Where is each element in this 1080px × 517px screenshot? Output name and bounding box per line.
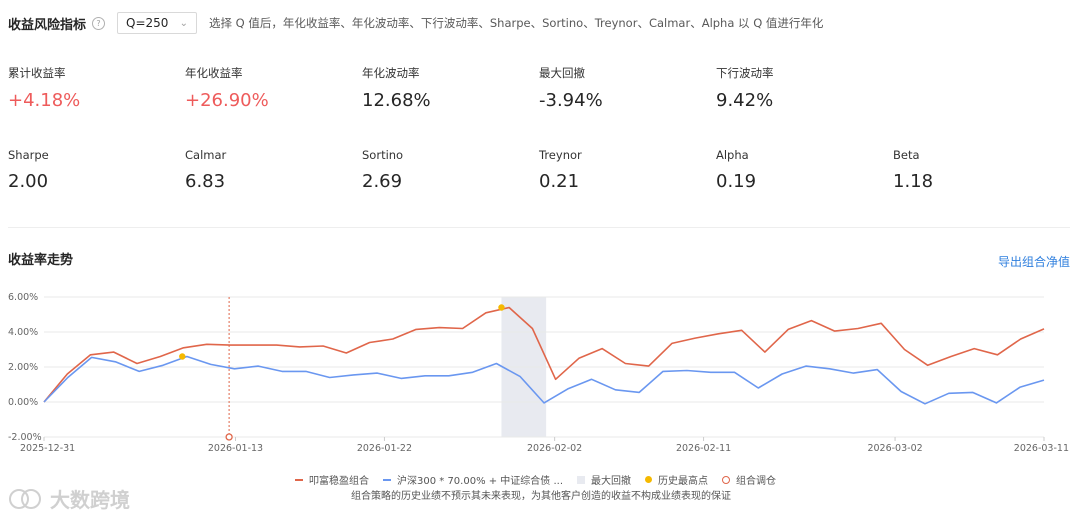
metric-label: Sortino bbox=[362, 148, 404, 162]
metric-value: 0.19 bbox=[716, 171, 757, 192]
section-divider bbox=[8, 227, 1070, 228]
legend-ring-icon bbox=[722, 475, 731, 484]
x-tick-label: 2026-02-11 bbox=[676, 443, 731, 454]
return-trend-chart: -2.00% 0.00% 2.00% 4.00% 6.00% 2025-12-31 2026… bbox=[8, 292, 1069, 454]
legend-box-icon bbox=[577, 475, 586, 484]
metric-label: Beta bbox=[893, 148, 920, 162]
watermark: 大数跨境 bbox=[8, 484, 130, 513]
risk-metrics-title: 收益风险指标 bbox=[8, 17, 87, 33]
metric-calmar: Calmar 6.83 bbox=[185, 148, 355, 192]
metric-value: 9.42% bbox=[716, 90, 774, 111]
chevron-down-icon: ⌄ bbox=[179, 17, 189, 29]
metric-label: Calmar bbox=[185, 148, 227, 162]
export-nav-link[interactable]: 导出组合净值 bbox=[998, 253, 1070, 270]
y-tick-label: 0.00% bbox=[8, 397, 38, 408]
legend-rebalance[interactable]: 组合调仓 bbox=[722, 472, 776, 487]
metric-label: 年化波动率 bbox=[362, 66, 420, 80]
help-icon[interactable]: ? bbox=[92, 16, 106, 30]
metric-treynor: Treynor 0.21 bbox=[539, 148, 709, 192]
legend-dot-icon bbox=[645, 476, 653, 483]
metric-alpha: Alpha 0.19 bbox=[716, 148, 886, 192]
metric-label: Sharpe bbox=[8, 148, 49, 162]
rebalance-marker bbox=[225, 433, 233, 441]
y-tick-label: 6.00% bbox=[8, 292, 38, 303]
q-value-text: Q=250 bbox=[126, 16, 169, 30]
metric-value: 12.68% bbox=[362, 90, 431, 111]
watermark-logo-icon bbox=[9, 488, 41, 509]
legend-label: 沪深300 * 70.00% + 中证综合债 ... bbox=[397, 476, 564, 487]
y-tick-label: 2.00% bbox=[8, 362, 38, 373]
q-value-select[interactable]: Q=250 ⌄ bbox=[117, 12, 198, 34]
x-tick-label: 2026-03-11 bbox=[1014, 443, 1069, 454]
metric-beta: Beta 1.18 bbox=[893, 148, 1063, 192]
metric-sharpe: Sharpe 2.00 bbox=[8, 148, 178, 192]
legend-line-icon bbox=[295, 478, 303, 481]
legend-label: 最大回撤 bbox=[591, 476, 632, 487]
y-tick-label: 4.00% bbox=[8, 327, 38, 338]
metric-max-drawdown: 最大回撤 -3.94% bbox=[539, 65, 709, 111]
metric-downside-volatility: 下行波动率 9.42% bbox=[716, 65, 886, 111]
legend-label: 历史最高点 bbox=[658, 476, 709, 487]
legend-portfolio[interactable]: 叩富稳盈组合 bbox=[295, 472, 369, 487]
chart-legend: 叩富稳盈组合 沪深300 * 70.00% + 中证综合债 ... 最大回撤 历… bbox=[295, 472, 790, 487]
trend-title: 收益率走势 bbox=[8, 253, 74, 268]
legend-max-drawdown[interactable]: 最大回撤 bbox=[577, 472, 631, 487]
risk-metrics-header: 收益风险指标 ? Q=250 ⌄ 选择 Q 值后，年化收益率、年化波动率、下行波… bbox=[8, 11, 823, 35]
metric-label: Treynor bbox=[539, 148, 582, 162]
legend-peak[interactable]: 历史最高点 bbox=[645, 472, 708, 487]
x-tick-label: 2026-02-02 bbox=[527, 443, 582, 454]
x-tick-label: 2025-12-31 bbox=[20, 443, 75, 454]
metric-label: 年化收益率 bbox=[185, 66, 243, 80]
metric-label: 累计收益率 bbox=[8, 66, 66, 80]
metric-value: +4.18% bbox=[8, 90, 81, 111]
metric-value: -3.94% bbox=[539, 90, 603, 111]
watermark-text: 大数跨境 bbox=[50, 488, 130, 512]
metric-label: Alpha bbox=[716, 148, 749, 162]
peak-marker bbox=[498, 304, 505, 311]
y-tick-label: -2.00% bbox=[8, 432, 42, 443]
metric-value: 1.18 bbox=[893, 171, 934, 192]
metric-sortino: Sortino 2.69 bbox=[362, 148, 532, 192]
metric-label: 最大回撤 bbox=[539, 66, 585, 80]
metric-value: 6.83 bbox=[185, 171, 226, 192]
peak-marker bbox=[179, 353, 186, 360]
metric-annual-volatility: 年化波动率 12.68% bbox=[362, 65, 532, 111]
legend-benchmark[interactable]: 沪深300 * 70.00% + 中证综合债 ... bbox=[383, 472, 563, 487]
metric-cumulative-return: 累计收益率 +4.18% bbox=[8, 65, 178, 111]
metric-value: 2.00 bbox=[8, 171, 49, 192]
metric-annual-return: 年化收益率 +26.90% bbox=[185, 65, 355, 111]
metric-value: +26.90% bbox=[185, 90, 269, 111]
q-description: 选择 Q 值后，年化收益率、年化波动率、下行波动率、Sharpe、Sortino… bbox=[209, 16, 824, 30]
disclaimer-text: 组合策略的历史业绩不预示其未来表现，为其他客户创造的收益不构成业绩表现的保证 bbox=[351, 491, 731, 502]
x-tick-label: 2026-01-22 bbox=[357, 443, 412, 454]
x-tick-label: 2026-03-02 bbox=[867, 443, 922, 454]
metric-value: 0.21 bbox=[539, 171, 580, 192]
legend-label: 组合调仓 bbox=[736, 476, 777, 487]
legend-line-icon bbox=[383, 478, 391, 481]
legend-label: 叩富稳盈组合 bbox=[309, 476, 369, 487]
metric-label: 下行波动率 bbox=[716, 66, 774, 80]
x-tick-label: 2026-01-13 bbox=[208, 443, 263, 454]
metric-value: 2.69 bbox=[362, 171, 403, 192]
